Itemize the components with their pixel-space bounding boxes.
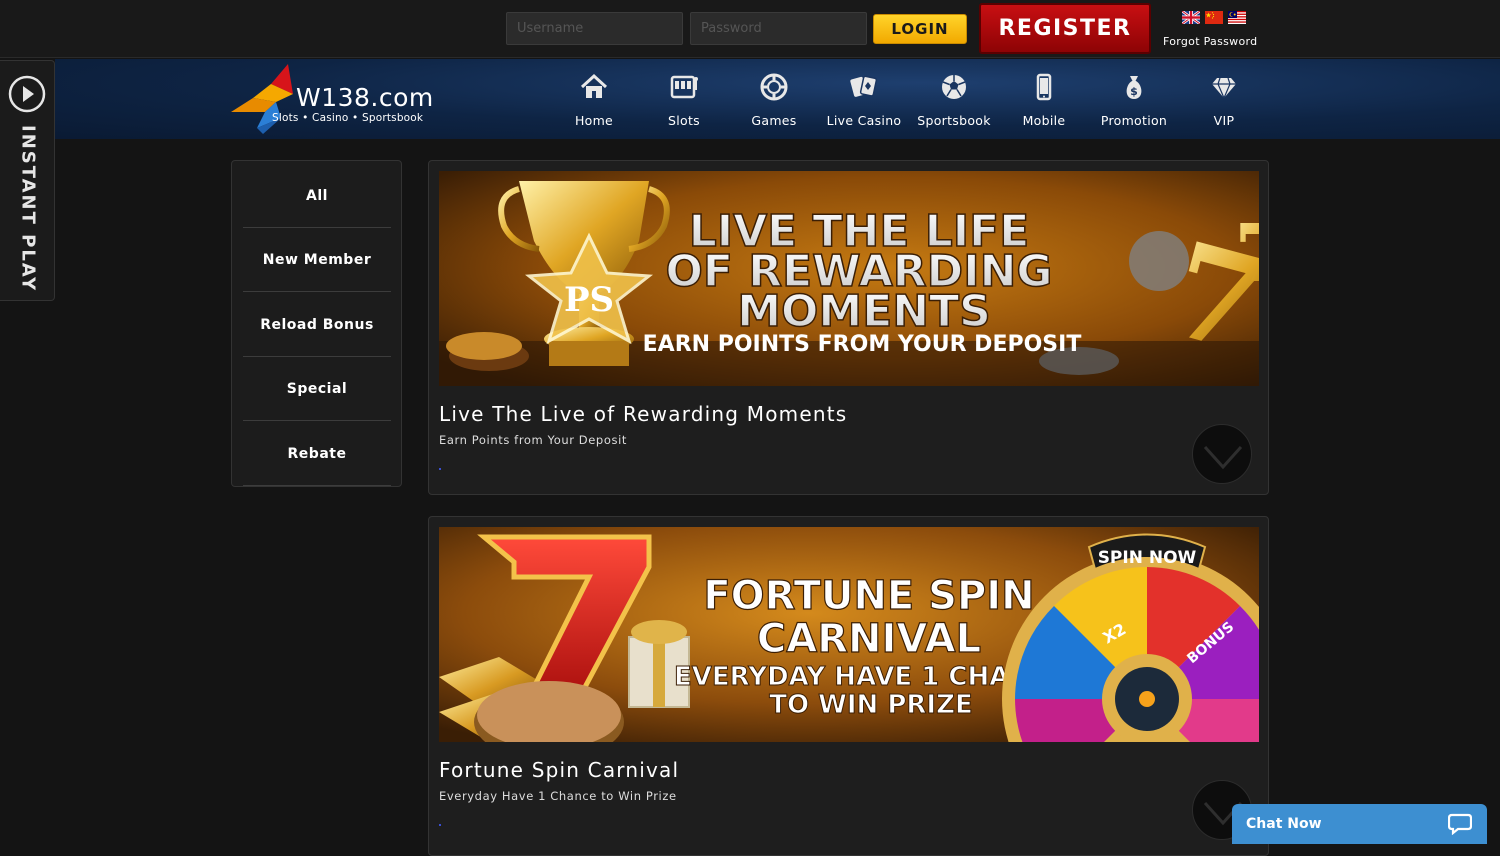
uk-flag-icon[interactable] <box>1182 11 1200 24</box>
chat-bubble-icon <box>1448 813 1472 835</box>
promo-title[interactable]: Fortune Spin Carnival <box>439 758 679 782</box>
svg-text:$: $ <box>1130 85 1138 98</box>
instant-play-tab[interactable]: INSTANT PLAY <box>0 60 55 301</box>
nav-label: Mobile <box>1022 113 1066 128</box>
main-nav: Home Slots Games Live Casino Sportsbook … <box>549 64 1269 134</box>
nav-home[interactable]: Home <box>549 64 639 134</box>
svg-text:SPIN NOW: SPIN NOW <box>1098 548 1197 568</box>
banner-headline-line: FORTUNE SPIN <box>703 573 1034 619</box>
promo-subtitle: Earn Points from Your Deposit <box>439 433 627 447</box>
home-icon <box>580 73 608 98</box>
nav-label: Promotion <box>1100 113 1168 128</box>
promo-banner-rewarding-moments[interactable]: PS 7 7 LIVE THE LIFE OF REWARDING MOMENT… <box>439 171 1259 386</box>
banner-headline-line: CARNIVAL <box>757 616 981 662</box>
top-bar: LOGIN REGISTER Forgot Password <box>0 0 1500 58</box>
malaysia-flag-icon[interactable] <box>1228 11 1246 24</box>
banner-headline-line: MOMENTS <box>737 286 991 337</box>
banner-badge: PS <box>564 280 614 320</box>
promo-divider <box>439 824 441 826</box>
expand-button[interactable] <box>1192 424 1252 484</box>
soccer-ball-icon <box>942 75 966 99</box>
username-input[interactable] <box>506 12 683 45</box>
category-reload-bonus[interactable]: Reload Bonus <box>243 293 391 357</box>
mobile-phone-icon <box>1036 73 1052 101</box>
nav-games[interactable]: Games <box>729 64 819 134</box>
category-rebate[interactable]: Rebate <box>243 422 391 486</box>
instant-play-label: INSTANT PLAY <box>17 125 39 293</box>
chat-now-button[interactable]: Chat Now <box>1232 804 1487 844</box>
banner-subline: TO WIN PRIZE <box>769 690 972 720</box>
promo-title[interactable]: Live The Live of Rewarding Moments <box>439 402 847 426</box>
banner-subline: EARN POINTS FROM YOUR DEPOSIT <box>643 332 1082 357</box>
nav-label: Games <box>751 113 797 128</box>
language-selector <box>1182 11 1246 24</box>
chevron-down-icon <box>1203 445 1243 470</box>
promo-card: FORTUNE SPIN CARNIVAL EVERYDAY HAVE 1 CH… <box>428 516 1269 856</box>
nav-label: Live Casino <box>826 113 902 128</box>
poker-chip-icon <box>760 73 788 101</box>
nav-label: Sportsbook <box>917 113 991 128</box>
category-new-member[interactable]: New Member <box>243 228 391 292</box>
playing-cards-icon <box>850 75 878 97</box>
svg-text:7: 7 <box>1234 206 1259 300</box>
forgot-password-link[interactable]: Forgot Password <box>1163 35 1257 48</box>
password-input[interactable] <box>690 12 867 45</box>
brand-name: W138.com <box>296 83 434 112</box>
play-circle-icon <box>8 75 46 113</box>
nav-label: Slots <box>668 113 700 128</box>
nav-promotion[interactable]: $ Promotion <box>1089 64 1179 134</box>
promo-card: PS 7 7 LIVE THE LIFE OF REWARDING MOMENT… <box>428 160 1269 495</box>
chat-label: Chat Now <box>1246 816 1322 832</box>
nav-sportsbook[interactable]: Sportsbook <box>909 64 999 134</box>
china-flag-icon[interactable] <box>1205 11 1223 24</box>
nav-label: VIP <box>1213 113 1235 128</box>
nav-slots[interactable]: Slots <box>639 64 729 134</box>
diamond-icon <box>1212 77 1236 99</box>
nav-mobile[interactable]: Mobile <box>999 64 1089 134</box>
slot-machine-icon <box>670 75 698 99</box>
spin-now-badge: SPIN NOW <box>1087 533 1207 571</box>
promotion-categories: All New Member Reload Bonus Special Reba… <box>231 160 402 487</box>
promo-banner-fortune-spin[interactable]: FORTUNE SPIN CARNIVAL EVERYDAY HAVE 1 CH… <box>439 527 1259 742</box>
promo-subtitle: Everyday Have 1 Chance to Win Prize <box>439 789 677 803</box>
money-bag-icon: $ <box>1126 76 1142 99</box>
category-all[interactable]: All <box>243 164 391 228</box>
nav-live-casino[interactable]: Live Casino <box>819 64 909 134</box>
promo-divider <box>439 468 441 470</box>
register-button[interactable]: REGISTER <box>979 3 1151 54</box>
nav-vip[interactable]: VIP <box>1179 64 1269 134</box>
login-button[interactable]: LOGIN <box>873 14 967 44</box>
brand-tagline: Slots • Casino • Sportsbook <box>272 112 424 124</box>
category-special[interactable]: Special <box>243 357 391 421</box>
nav-label: Home <box>574 113 614 128</box>
